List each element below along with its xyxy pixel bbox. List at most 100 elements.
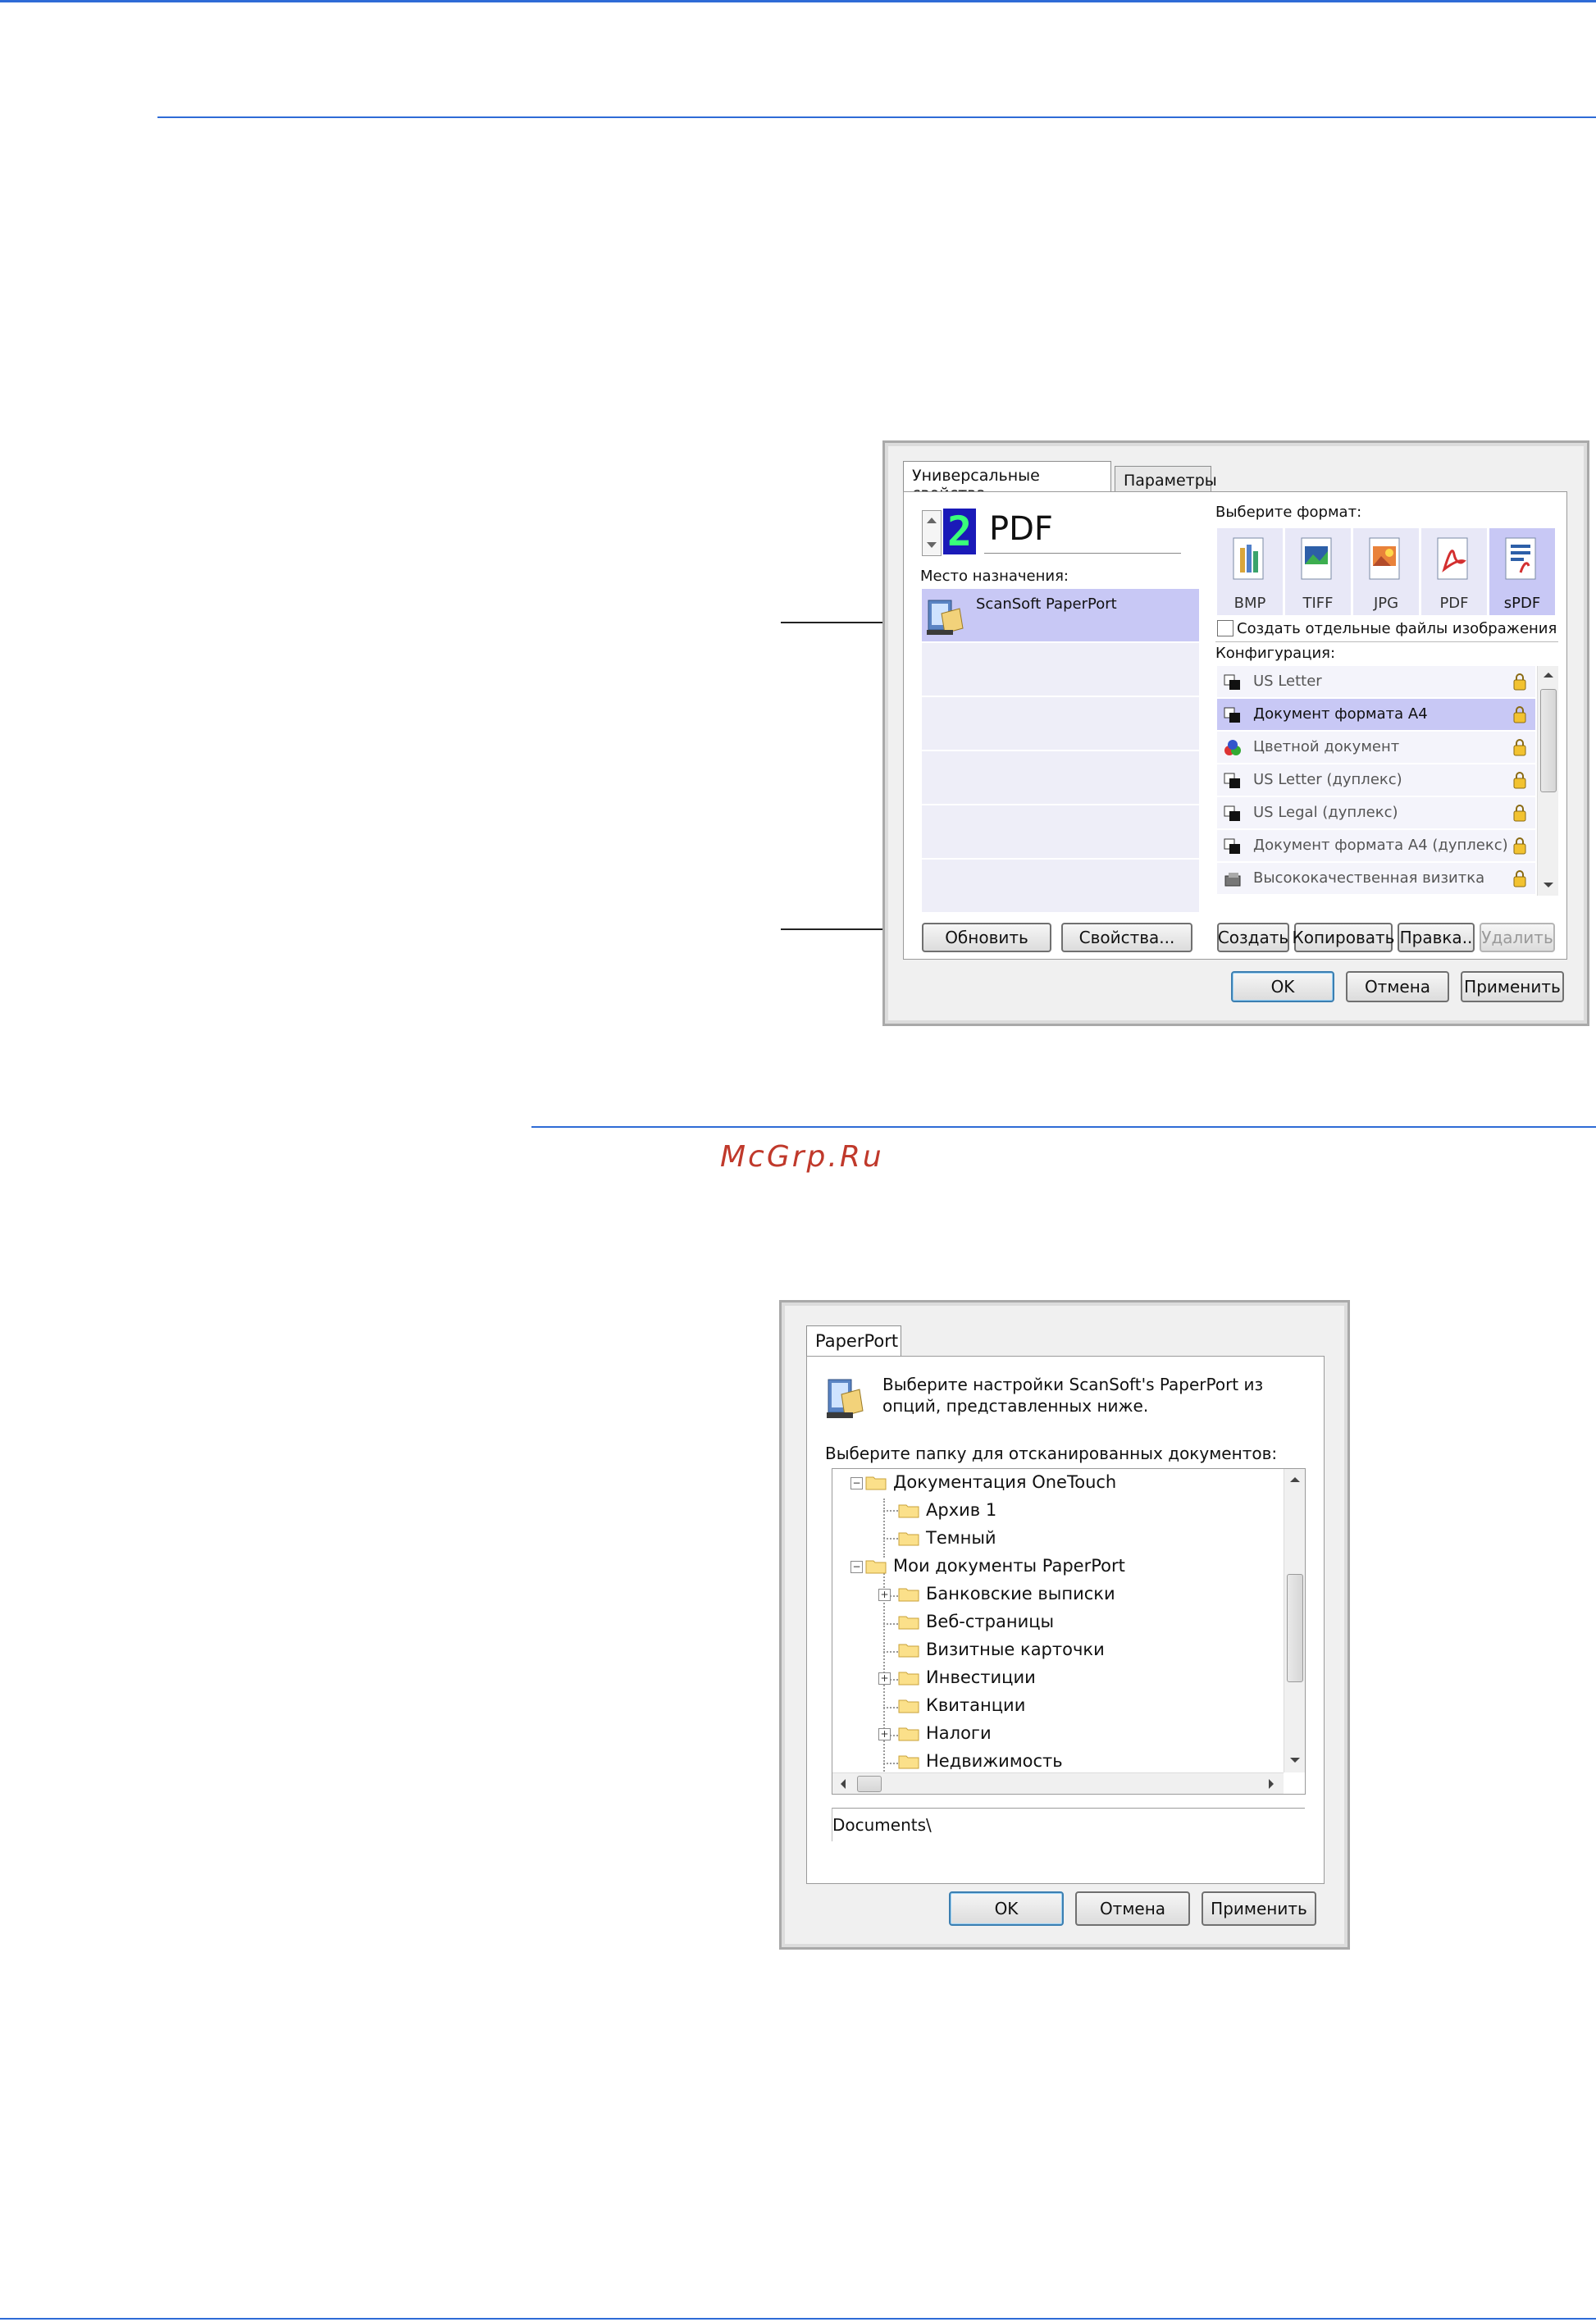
expand-icon[interactable]: + bbox=[878, 1589, 891, 1601]
collapse-icon[interactable]: − bbox=[850, 1561, 863, 1573]
tiff-format-icon bbox=[1301, 537, 1332, 580]
folder-tree[interactable]: − Документация OneTouch Архив 1 Темный −… bbox=[832, 1468, 1306, 1795]
tab-parameters[interactable]: Параметры bbox=[1115, 466, 1217, 492]
scroll-right-icon[interactable] bbox=[1269, 1779, 1274, 1789]
paperport-app-icon bbox=[827, 1375, 864, 1421]
config-item-label: Документ формата A4 bbox=[1253, 705, 1428, 723]
lock-icon bbox=[1513, 805, 1526, 822]
collapse-icon[interactable]: − bbox=[850, 1477, 863, 1489]
tree-horizontal-scrollbar[interactable] bbox=[832, 1772, 1284, 1794]
apply-button[interactable]: Применить bbox=[1461, 971, 1564, 1002]
tree-item-label: Инвестиции bbox=[926, 1667, 1036, 1687]
tree-item-bank-statements[interactable]: Банковские выписки bbox=[898, 1581, 1115, 1607]
config-item[interactable]: Высококачественная визитка bbox=[1217, 863, 1535, 896]
lock-icon bbox=[1513, 673, 1526, 691]
config-item-label: Высококачественная визитка bbox=[1253, 869, 1485, 887]
destination-empty-row bbox=[922, 751, 1199, 805]
tree-item-label: Визитные карточки bbox=[926, 1640, 1105, 1659]
intro-text-line-2: опций, представленных ниже. bbox=[882, 1396, 1149, 1416]
properties-button[interactable]: Свойства... bbox=[1061, 923, 1192, 952]
destination-label: Место назначения: bbox=[920, 568, 1069, 585]
edit-button[interactable]: Правка.. bbox=[1398, 923, 1475, 952]
tree-item-label: Квитанции bbox=[926, 1695, 1026, 1715]
section-rule-top bbox=[157, 116, 1596, 118]
config-item-selected[interactable]: Документ формата A4 bbox=[1217, 699, 1535, 732]
scroll-left-icon[interactable] bbox=[841, 1779, 846, 1789]
bottom-rule bbox=[0, 2318, 1596, 2320]
config-item[interactable]: US Letter (дуплекс) bbox=[1217, 764, 1535, 797]
lock-icon bbox=[1513, 837, 1526, 855]
separate-files-checkbox[interactable] bbox=[1217, 620, 1233, 636]
tree-item-onetouch-docs[interactable]: Документация OneTouch bbox=[865, 1469, 1116, 1495]
apply-button[interactable]: Применить bbox=[1202, 1891, 1316, 1926]
onetouch-properties-dialog: Универсальные свойства Параметры 2 PDF М… bbox=[882, 440, 1589, 1026]
destination-list[interactable]: ScanSoft PaperPort bbox=[922, 589, 1199, 917]
format-pdf[interactable]: PDF bbox=[1421, 528, 1487, 615]
config-item[interactable]: Документ формата A4 (дуплекс) bbox=[1217, 830, 1535, 863]
tree-item-label: Налоги bbox=[926, 1723, 992, 1743]
spinner-down-icon[interactable] bbox=[927, 542, 937, 548]
tree-vertical-scrollbar[interactable] bbox=[1284, 1469, 1305, 1772]
refresh-button[interactable]: Обновить bbox=[922, 923, 1051, 952]
tree-hscroll-thumb[interactable] bbox=[857, 1776, 882, 1792]
config-item[interactable]: US Letter bbox=[1217, 666, 1535, 699]
spinner-up-icon[interactable] bbox=[927, 518, 937, 523]
delete-button[interactable]: Удалить bbox=[1480, 923, 1555, 952]
config-scroll-thumb[interactable] bbox=[1540, 689, 1557, 792]
tree-item-receipts[interactable]: Квитанции bbox=[898, 1692, 1025, 1718]
config-item[interactable]: Цветной документ bbox=[1217, 732, 1535, 764]
destination-empty-row bbox=[922, 697, 1199, 751]
cancel-button[interactable]: Отмена bbox=[1346, 971, 1449, 1002]
config-list[interactable]: US Letter Документ формата A4 Цветной до… bbox=[1217, 666, 1558, 896]
business-card-icon bbox=[1224, 873, 1241, 887]
format-bmp-label: BMP bbox=[1233, 595, 1266, 612]
folder-icon bbox=[898, 1644, 919, 1658]
tree-item-business-cards[interactable]: Визитные карточки bbox=[898, 1636, 1105, 1663]
format-bmp[interactable]: BMP bbox=[1217, 528, 1283, 615]
format-spdf[interactable]: sPDF bbox=[1489, 528, 1555, 615]
tree-item-label: Мои документы PaperPort bbox=[893, 1556, 1125, 1576]
tree-item-real-estate[interactable]: Недвижимость bbox=[898, 1748, 1063, 1774]
scroll-up-icon[interactable] bbox=[1544, 673, 1553, 677]
config-item-label: US Legal (дуплекс) bbox=[1253, 804, 1398, 821]
format-jpg[interactable]: JPG bbox=[1353, 528, 1419, 615]
tree-scroll-thumb[interactable] bbox=[1287, 1574, 1303, 1682]
bw-document-icon bbox=[1224, 838, 1240, 854]
tab-universal-properties[interactable]: Универсальные свойства bbox=[903, 461, 1111, 503]
copy-button[interactable]: Копировать bbox=[1293, 923, 1394, 952]
tree-item-taxes[interactable]: Налоги bbox=[898, 1720, 992, 1746]
format-tiff[interactable]: TIFF bbox=[1285, 528, 1351, 615]
config-item-label: Документ формата A4 (дуплекс) bbox=[1253, 837, 1508, 854]
folder-path-field[interactable]: Documents\ bbox=[832, 1808, 1305, 1841]
scroll-down-icon[interactable] bbox=[1290, 1758, 1300, 1763]
bw-document-icon bbox=[1224, 773, 1240, 788]
tree-item-investments[interactable]: Инвестиции bbox=[898, 1664, 1036, 1690]
config-scrollbar[interactable] bbox=[1537, 666, 1558, 896]
tree-item-web-pages[interactable]: Веб-страницы bbox=[898, 1608, 1054, 1635]
tree-item-dark[interactable]: Темный bbox=[898, 1525, 996, 1551]
tree-item-archive[interactable]: Архив 1 bbox=[898, 1497, 996, 1523]
config-item[interactable]: US Legal (дуплекс) bbox=[1217, 797, 1535, 830]
tab-paperport[interactable]: PaperPort bbox=[806, 1325, 901, 1357]
tree-item-label: Недвижимость bbox=[926, 1751, 1063, 1771]
cancel-button[interactable]: Отмена bbox=[1075, 1891, 1190, 1926]
scroll-down-icon[interactable] bbox=[1544, 883, 1553, 887]
format-label: Выберите формат: bbox=[1215, 504, 1362, 521]
create-button[interactable]: Создать bbox=[1217, 923, 1289, 952]
destination-item-label: ScanSoft PaperPort bbox=[976, 595, 1117, 613]
separate-files-label: Создать отдельные файлы изображения bbox=[1237, 620, 1557, 637]
ok-button[interactable]: OK bbox=[949, 1891, 1064, 1926]
expand-icon[interactable]: + bbox=[878, 1672, 891, 1685]
format-jpg-label: JPG bbox=[1373, 595, 1399, 612]
tree-item-label: Темный bbox=[926, 1528, 996, 1548]
ok-button[interactable]: OK bbox=[1231, 971, 1334, 1002]
expand-icon[interactable]: + bbox=[878, 1728, 891, 1740]
spinner[interactable] bbox=[922, 510, 942, 556]
folder-path-value: Documents\ bbox=[832, 1815, 932, 1835]
tree-item-label: Веб-страницы bbox=[926, 1612, 1055, 1631]
scroll-up-icon[interactable] bbox=[1290, 1477, 1300, 1482]
format-list[interactable]: BMP TIFF JPG PDF sPDF bbox=[1217, 528, 1555, 615]
tree-item-my-documents[interactable]: Мои документы PaperPort bbox=[865, 1553, 1125, 1579]
destination-item-paperport[interactable]: ScanSoft PaperPort bbox=[922, 589, 1199, 643]
bw-document-icon bbox=[1224, 805, 1240, 821]
